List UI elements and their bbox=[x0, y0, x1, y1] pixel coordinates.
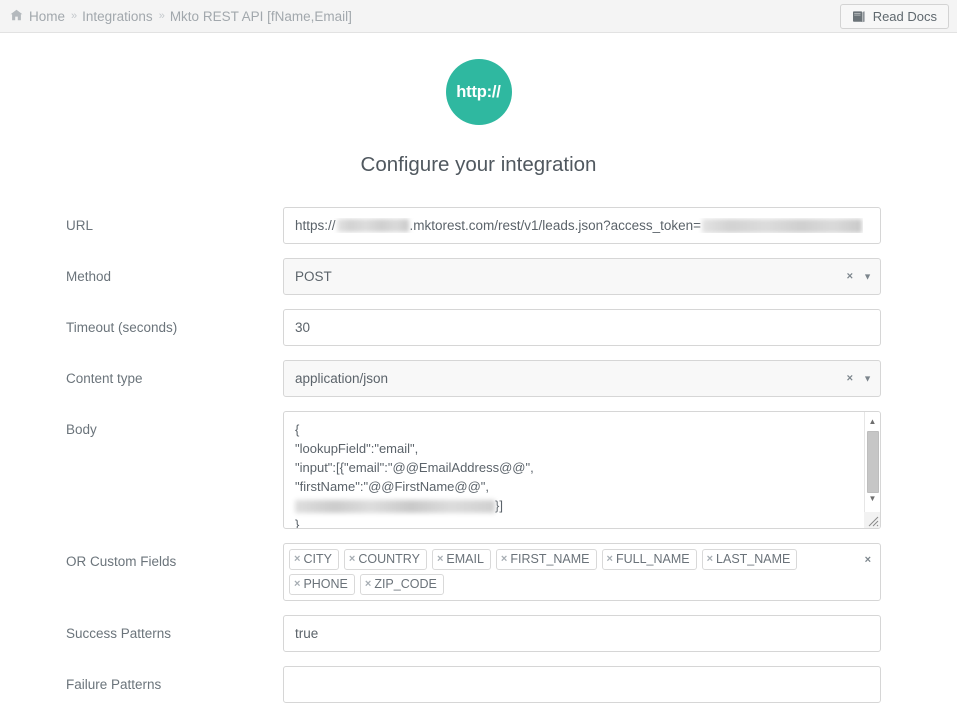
redacted-subdomain bbox=[336, 219, 409, 232]
scroll-down-icon[interactable]: ▼ bbox=[865, 490, 880, 506]
read-docs-label: Read Docs bbox=[872, 9, 937, 24]
tag-label: FULL_NAME bbox=[615, 552, 690, 566]
tag-remove-icon[interactable]: × bbox=[349, 552, 355, 567]
tag-remove-icon[interactable]: × bbox=[607, 552, 613, 567]
custom-fields-tag-input[interactable]: × CITY × COUNTRY × EMAIL × FIRST_NAME × FULL_… bbox=[283, 543, 881, 601]
tag-label: COUNTRY bbox=[358, 552, 420, 566]
label-success-patterns: Success Patterns bbox=[66, 626, 172, 641]
breadcrumb-separator: » bbox=[158, 10, 165, 22]
tag-zip-code[interactable]: × ZIP_CODE bbox=[359, 574, 444, 595]
tag-remove-icon[interactable]: × bbox=[294, 577, 300, 592]
breadcrumb-item-integrations[interactable]: Integrations bbox=[82, 9, 153, 24]
breadcrumb-item-home[interactable]: Home bbox=[29, 9, 65, 24]
method-value: POST bbox=[295, 269, 332, 284]
tag-phone[interactable]: × PHONE bbox=[289, 574, 355, 595]
home-icon bbox=[10, 9, 23, 23]
success-patterns-input[interactable]: true bbox=[283, 615, 881, 652]
chevron-down-icon[interactable]: ▼ bbox=[863, 374, 872, 383]
url-input[interactable]: https:// .mktorest.com/rest/v1/leads.jso… bbox=[283, 207, 881, 244]
tag-city[interactable]: × CITY bbox=[289, 549, 339, 570]
tag-remove-icon[interactable]: × bbox=[365, 577, 371, 592]
tag-remove-icon[interactable]: × bbox=[294, 552, 300, 567]
form-row-content-type: Content type application/json × ▼ bbox=[66, 360, 881, 397]
body-json-head: { "lookupField":"email", "input":[{"emai… bbox=[295, 422, 534, 494]
tag-label: CITY bbox=[303, 552, 332, 566]
form-row-success-patterns: Success Patterns true bbox=[66, 615, 881, 652]
body-json-after-blur: }] bbox=[495, 498, 503, 513]
label-failure-patterns: Failure Patterns bbox=[66, 677, 162, 692]
form-row-body: Body { "lookupField":"email", "input":[{… bbox=[66, 411, 881, 529]
tag-label: PHONE bbox=[303, 577, 348, 591]
body-textarea[interactable]: { "lookupField":"email", "input":[{"emai… bbox=[283, 411, 881, 529]
label-timeout: Timeout (seconds) bbox=[66, 320, 178, 335]
content-type-select[interactable]: application/json × ▼ bbox=[283, 360, 881, 397]
body-json-tail: } bbox=[295, 517, 300, 529]
form-row-url: URL https:// .mktorest.com/rest/v1/leads… bbox=[66, 207, 881, 244]
tag-label: ZIP_CODE bbox=[374, 577, 437, 591]
breadcrumb-separator: » bbox=[71, 10, 77, 22]
body-scrollbar[interactable]: ▲ ▼ bbox=[864, 412, 880, 528]
hero-section: http:// Configure your integration bbox=[0, 33, 957, 177]
form-row-failure-patterns: Failure Patterns bbox=[66, 666, 881, 703]
method-clear-icon[interactable]: × bbox=[847, 271, 853, 282]
tag-remove-icon[interactable]: × bbox=[707, 552, 713, 567]
tag-label: FIRST_NAME bbox=[510, 552, 590, 566]
http-logo-label: http:// bbox=[456, 82, 501, 101]
redacted-json-line bbox=[295, 500, 495, 514]
body-textarea-content: { "lookupField":"email", "input":[{"emai… bbox=[284, 412, 880, 529]
label-body: Body bbox=[66, 422, 97, 437]
tag-label: LAST_NAME bbox=[716, 552, 791, 566]
form-row-method: Method POST × ▼ bbox=[66, 258, 881, 295]
chevron-down-icon[interactable]: ▼ bbox=[863, 272, 872, 281]
url-middle: .mktorest.com/rest/v1/leads.json?access_… bbox=[409, 218, 702, 233]
book-icon bbox=[852, 10, 866, 23]
breadcrumb: Home » Integrations » Mkto REST API [fNa… bbox=[10, 9, 352, 24]
scrollbar-thumb[interactable] bbox=[867, 431, 879, 493]
url-prefix: https:// bbox=[295, 218, 336, 233]
custom-fields-tag-list: × CITY × COUNTRY × EMAIL × FIRST_NAME × FULL_… bbox=[289, 549, 854, 595]
failure-patterns-input[interactable] bbox=[283, 666, 881, 703]
integration-config-form: URL https:// .mktorest.com/rest/v1/leads… bbox=[0, 207, 957, 703]
tag-country[interactable]: × COUNTRY bbox=[343, 549, 427, 570]
custom-fields-clear-all-icon[interactable]: × bbox=[865, 555, 871, 566]
redacted-access-token bbox=[702, 218, 863, 233]
label-custom-fields: OR Custom Fields bbox=[66, 554, 177, 569]
top-bar: Home » Integrations » Mkto REST API [fNa… bbox=[0, 0, 957, 33]
tag-first-name[interactable]: × FIRST_NAME bbox=[495, 549, 597, 570]
page-title: Configure your integration bbox=[360, 153, 597, 176]
breadcrumb-item-current: Mkto REST API [fName,Email] bbox=[169, 8, 352, 24]
tag-remove-icon[interactable]: × bbox=[501, 552, 507, 567]
tag-remove-icon[interactable]: × bbox=[437, 552, 443, 567]
scroll-up-icon[interactable]: ▲ bbox=[865, 413, 880, 429]
tag-last-name[interactable]: × LAST_NAME bbox=[701, 549, 798, 570]
label-content-type: Content type bbox=[66, 371, 143, 386]
form-row-timeout: Timeout (seconds) 30 bbox=[66, 309, 881, 346]
content-type-clear-icon[interactable]: × bbox=[847, 373, 853, 384]
label-method: Method bbox=[66, 269, 112, 284]
tag-label: EMAIL bbox=[446, 552, 484, 566]
method-select[interactable]: POST × ▼ bbox=[283, 258, 881, 295]
tag-full-name[interactable]: × FULL_NAME bbox=[601, 549, 697, 570]
form-row-custom-fields: OR Custom Fields × CITY × COUNTRY × EMAIL ×… bbox=[66, 543, 881, 601]
timeout-input[interactable]: 30 bbox=[283, 309, 881, 346]
resize-handle-icon[interactable] bbox=[864, 512, 880, 528]
http-logo-icon: http:// bbox=[445, 59, 512, 125]
label-url: URL bbox=[66, 218, 94, 233]
tag-email[interactable]: × EMAIL bbox=[431, 549, 491, 570]
read-docs-button[interactable]: Read Docs bbox=[839, 4, 949, 29]
content-type-value: application/json bbox=[295, 371, 389, 386]
